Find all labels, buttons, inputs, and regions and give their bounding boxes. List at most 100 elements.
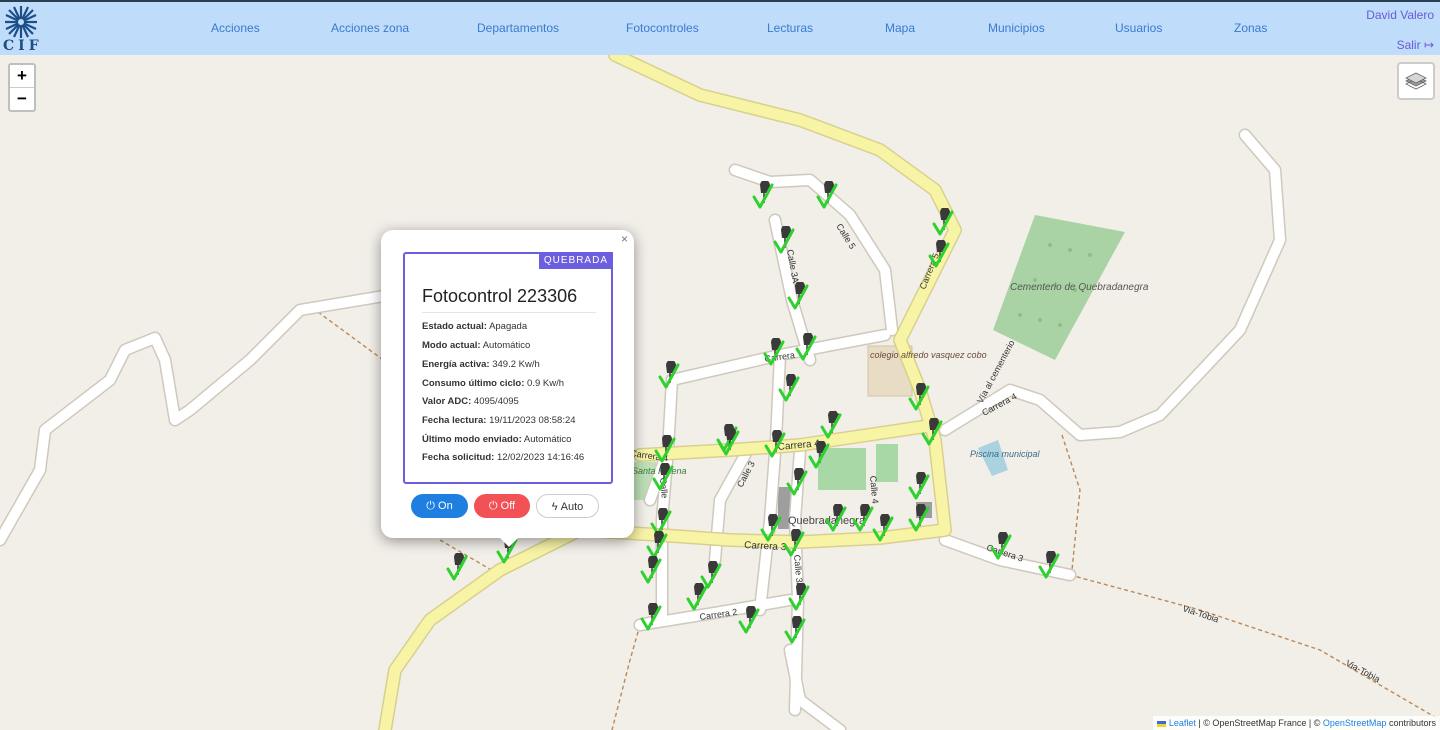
fotocontrol-marker[interactable]: [932, 207, 954, 236]
nav-acciones[interactable]: Acciones: [211, 21, 260, 35]
user-name[interactable]: David Valero: [1366, 8, 1434, 22]
logo-text: CIF: [3, 38, 43, 54]
layers-control[interactable]: [1397, 62, 1435, 100]
fotocontrol-marker[interactable]: [872, 513, 894, 542]
label-calle4: Calle 4: [868, 475, 880, 504]
popup-tip: [499, 537, 519, 547]
fotocontrol-marker[interactable]: [788, 582, 810, 611]
label-colegio: colegio alfredo vasquez cobo: [870, 350, 987, 360]
field-modo: Modo actual: Automático: [422, 340, 531, 351]
field-adc: Valor ADC: 4095/4095: [422, 396, 519, 407]
streetlight-check-icon: [764, 429, 786, 458]
streetlight-check-icon: [652, 462, 674, 491]
auto-button-label: Auto: [560, 501, 584, 513]
fotocontrol-marker[interactable]: [852, 503, 874, 532]
streetlight-check-icon: [658, 360, 680, 389]
fotocontrol-marker[interactable]: [752, 180, 774, 209]
fotocontrol-marker[interactable]: [820, 410, 842, 439]
streetlight-check-icon: [752, 180, 774, 209]
fotocontrol-marker[interactable]: [686, 582, 708, 611]
fotocontrol-marker[interactable]: [640, 602, 662, 631]
streetlight-check-icon: [908, 503, 930, 532]
fotocontrol-marker[interactable]: [908, 382, 930, 411]
fotocontrol-marker[interactable]: [784, 615, 806, 644]
fotocontrol-marker[interactable]: [787, 281, 809, 310]
fotocontrol-marker[interactable]: [795, 332, 817, 361]
streetlight-check-icon: [738, 605, 760, 634]
field-consumo: Consumo último ciclo: 0.9 Kw/h: [422, 378, 564, 389]
contributors-text: contributors: [1388, 718, 1436, 728]
streetlight-check-icon: [928, 239, 950, 268]
streetlight-check-icon: [760, 513, 782, 542]
fotocontrol-marker[interactable]: [446, 552, 468, 581]
fotocontrol-marker[interactable]: [764, 429, 786, 458]
status-badge: QUEBRADA: [538, 252, 613, 269]
streetlight-check-icon: [773, 225, 795, 254]
fotocontrol-marker[interactable]: [652, 462, 674, 491]
fotocontrol-marker[interactable]: [928, 239, 950, 268]
nav-lecturas[interactable]: Lecturas: [767, 21, 813, 35]
streetlight-check-icon: [808, 440, 830, 469]
streetlight-check-icon: [921, 417, 943, 446]
fotocontrol-marker[interactable]: [990, 531, 1012, 560]
map-attribution: Leaflet | © OpenStreetMap France | © Ope…: [1153, 716, 1440, 730]
label-via-tobia-2: Via-Tobia: [1344, 658, 1382, 684]
streetlight-check-icon: [1038, 550, 1060, 579]
leaflet-link[interactable]: Leaflet: [1169, 718, 1196, 728]
logout-link[interactable]: Salir ↦: [1397, 38, 1434, 52]
nav-usuarios[interactable]: Usuarios: [1115, 21, 1162, 35]
nav-fotocontroles[interactable]: Fotocontroles: [626, 21, 699, 35]
fotocontrol-marker[interactable]: [808, 440, 830, 469]
streetlight-check-icon: [640, 602, 662, 631]
fotocontrol-marker[interactable]: [908, 471, 930, 500]
fotocontrol-marker[interactable]: [773, 225, 795, 254]
fotocontrol-marker[interactable]: [763, 337, 785, 366]
fotocontrol-marker[interactable]: [654, 434, 676, 463]
on-button-label: On: [438, 500, 453, 512]
on-button[interactable]: ⏻ On: [411, 494, 468, 518]
fotocontrol-marker[interactable]: [1038, 550, 1060, 579]
fotocontrol-marker[interactable]: [786, 467, 808, 496]
nav-mapa[interactable]: Mapa: [885, 21, 915, 35]
streetlight-check-icon: [816, 180, 838, 209]
fotocontrol-marker[interactable]: [816, 180, 838, 209]
off-button[interactable]: ⏻ Off: [474, 494, 530, 518]
cif-logo[interactable]: CIF: [3, 5, 43, 54]
fotocontrol-card: QUEBRADA Fotocontrol 223306 Estado actua…: [403, 252, 613, 484]
fotocontrol-title: Fotocontrol 223306: [422, 286, 578, 306]
fotocontrol-marker[interactable]: [778, 373, 800, 402]
streetlight-check-icon: [446, 552, 468, 581]
fotocontrol-marker[interactable]: [825, 503, 847, 532]
power-icon: ⏻: [488, 500, 498, 512]
auto-button[interactable]: ϟ Auto: [536, 494, 599, 518]
streetlight-check-icon: [908, 471, 930, 500]
fotocontrol-marker[interactable]: [760, 513, 782, 542]
fotocontrol-marker[interactable]: [738, 605, 760, 634]
streetlight-check-icon: [825, 503, 847, 532]
zoom-in-button[interactable]: +: [10, 65, 34, 87]
zoom-out-button[interactable]: −: [10, 87, 34, 110]
streetlight-check-icon: [795, 332, 817, 361]
sunburst-logo-icon: [5, 6, 37, 38]
fotocontrol-marker[interactable]: [921, 417, 943, 446]
layers-icon: [1405, 72, 1427, 90]
nav-municipios[interactable]: Municipios: [988, 21, 1045, 35]
fotocontrol-popup: × QUEBRADA Fotocontrol 223306 Estado act…: [381, 230, 634, 538]
fotocontrol-marker[interactable]: [718, 427, 740, 456]
fotocontrol-marker[interactable]: [908, 503, 930, 532]
fotocontrol-marker[interactable]: [646, 530, 668, 559]
nav-acciones-zona[interactable]: Acciones zona: [331, 21, 409, 35]
fotocontrol-marker[interactable]: [783, 528, 805, 557]
nav-zonas[interactable]: Zonas: [1234, 21, 1267, 35]
logout-label: Salir: [1396, 38, 1421, 52]
popup-close-button[interactable]: ×: [621, 232, 628, 246]
fotocontrol-marker[interactable]: [658, 360, 680, 389]
field-estado: Estado actual: Apagada: [422, 321, 528, 332]
osm-link[interactable]: OpenStreetMap: [1323, 718, 1387, 728]
field-fecha-solicitud: Fecha solicitud: 12/02/2023 14:16:46: [422, 452, 585, 463]
streetlight-check-icon: [932, 207, 954, 236]
map-view[interactable]: Calle 5 Calle 3A Carrera 5 Carrera Carre…: [0, 55, 1440, 730]
fotocontrol-marker[interactable]: [640, 555, 662, 584]
streetlight-check-icon: [908, 382, 930, 411]
nav-departamentos[interactable]: Departamentos: [477, 21, 559, 35]
